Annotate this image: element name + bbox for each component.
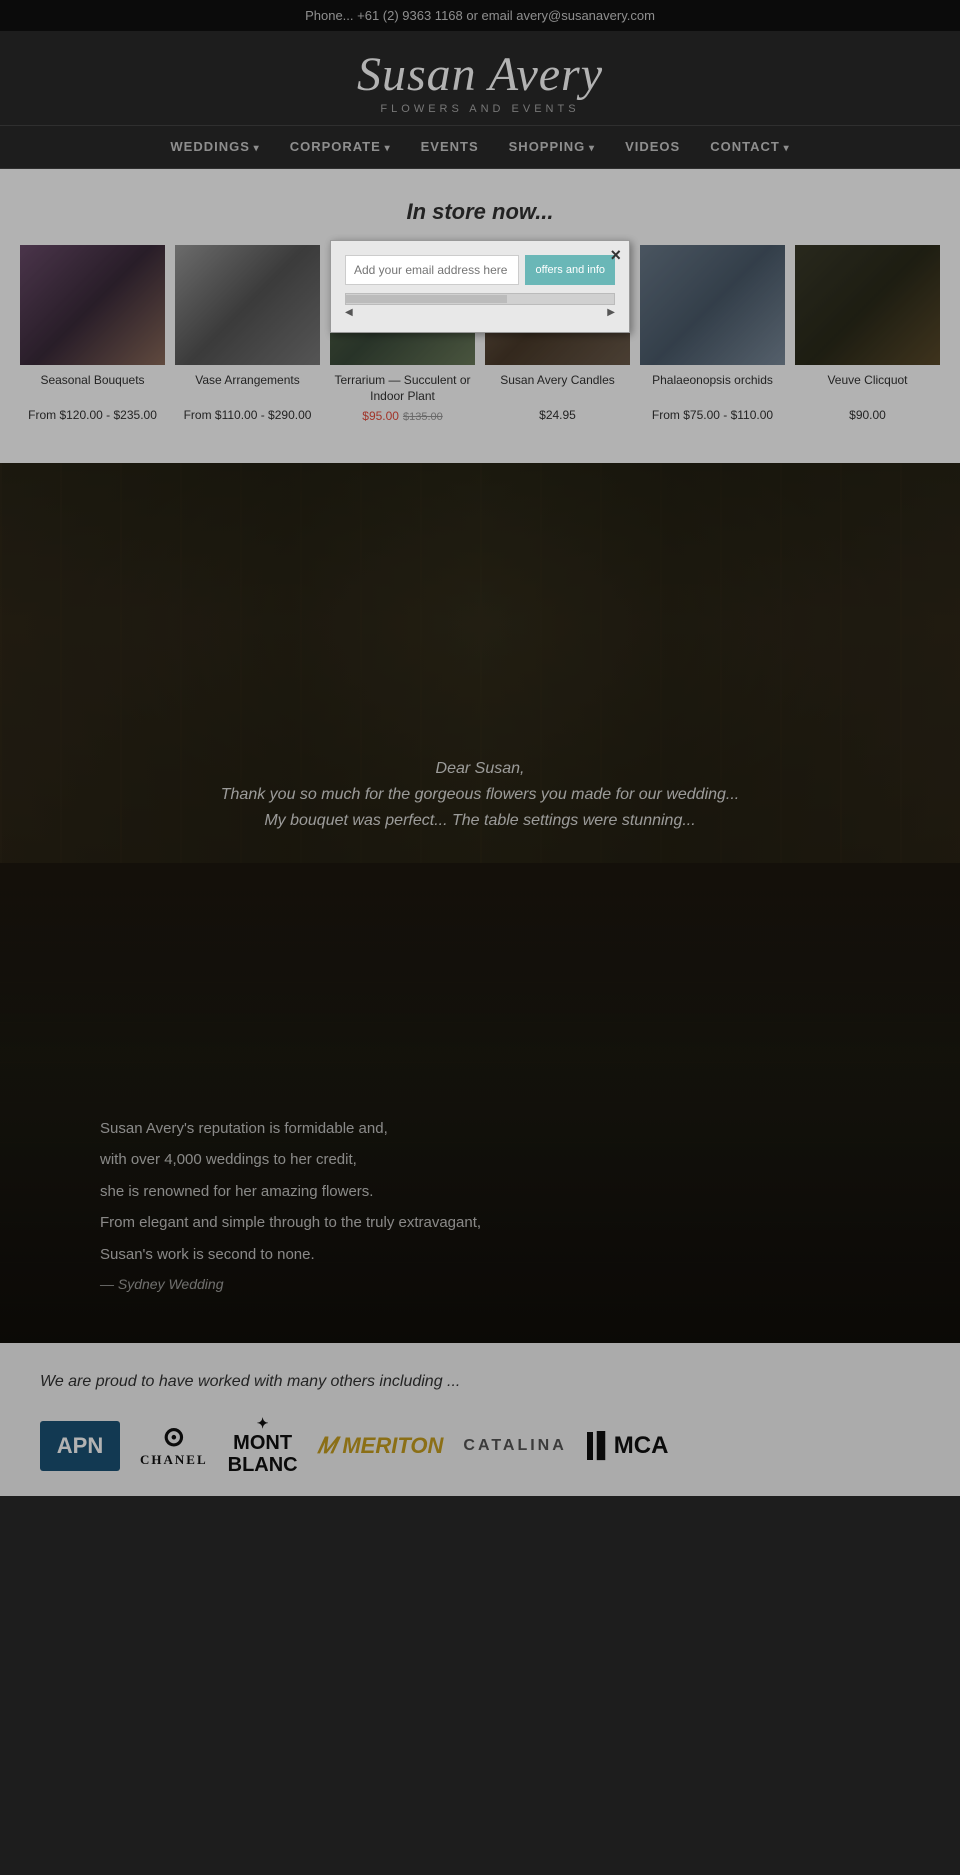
popup-scrollbar-thumb (346, 295, 507, 303)
popup-box: × offers and info ◀ ▶ (330, 240, 630, 333)
popup-scrollbar[interactable] (345, 293, 615, 305)
popup-overlay: × offers and info ◀ ▶ (0, 0, 960, 1875)
popup-scroll-arrows: ◀ ▶ (345, 307, 615, 318)
popup-submit-button[interactable]: offers and info (525, 255, 615, 285)
scroll-left-arrow[interactable]: ◀ (345, 307, 353, 318)
popup-email-row: offers and info (345, 255, 615, 285)
popup-close-button[interactable]: × (610, 246, 621, 264)
popup-email-input[interactable] (345, 255, 519, 285)
scroll-right-arrow[interactable]: ▶ (607, 307, 615, 318)
